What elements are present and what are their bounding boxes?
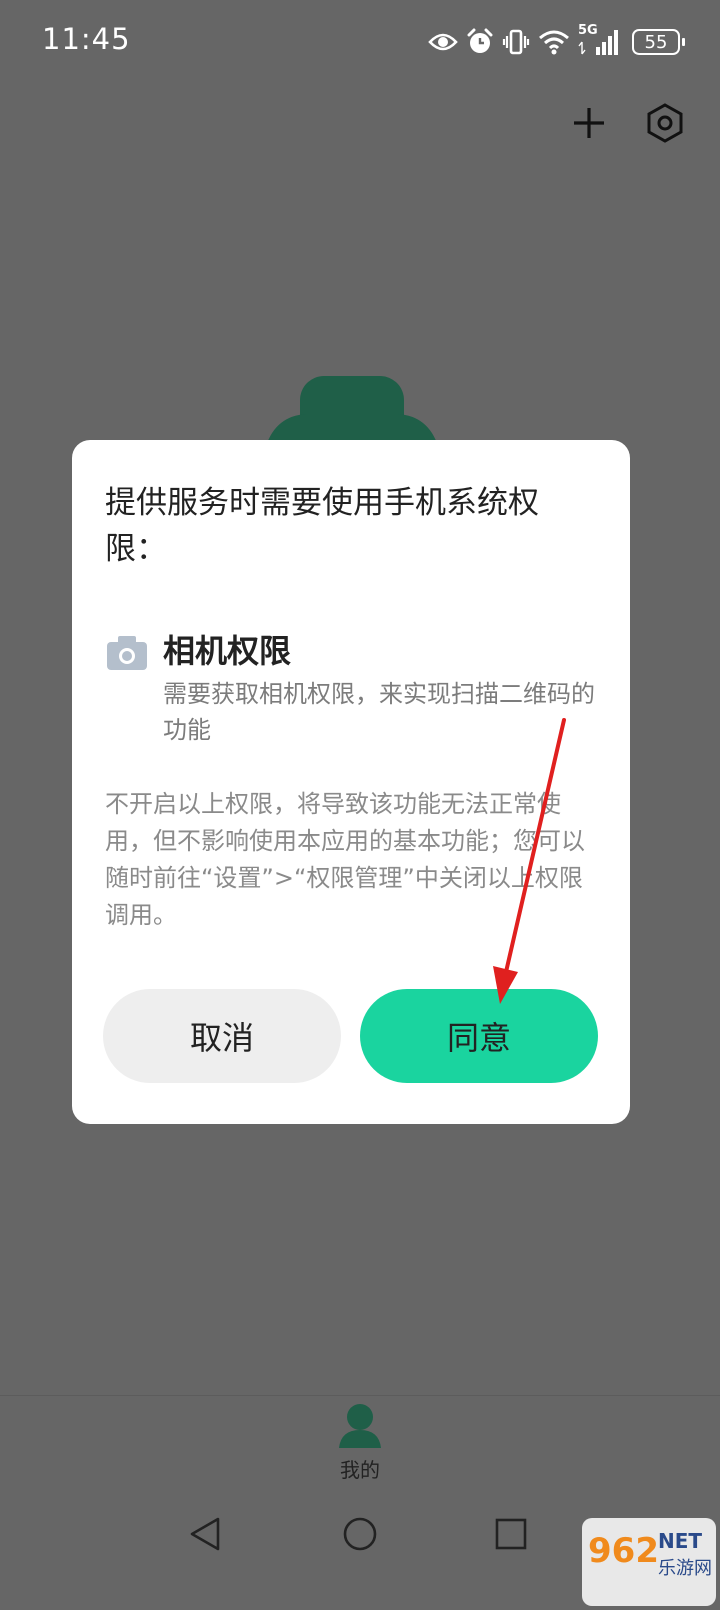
eye-icon [428,33,458,51]
camera-icon [107,636,147,670]
back-icon [190,1517,220,1551]
wifi-icon [539,30,569,55]
back-button[interactable] [180,1509,230,1559]
nav-label-mine: 我的 [340,1458,380,1482]
alarm-icon [467,28,493,53]
top-actions [568,102,686,144]
permission-notice: 不开启以上权限，将导致该功能无法正常使用，但不影响使用本应用的基本功能；您可以随… [105,790,585,929]
status-icons: 5G 55 [428,23,685,60]
settings-icon [647,103,683,143]
agree-button[interactable]: 同意 [360,989,598,1083]
watermark-site: 乐游网 [658,1558,712,1579]
battery-level: 55 [644,31,668,53]
permission-description: 需要获取相机权限，来实现扫描二维码的功能 [163,680,595,744]
dialog-title: 提供服务时需要使用手机系统权限： [105,485,539,567]
battery-icon: 55 [632,29,685,55]
recents-icon [495,1518,527,1550]
profile-icon [339,1404,381,1448]
signal-icon: 5G [578,23,624,57]
watermark-logo: 962 NET 乐游网 [582,1518,716,1606]
plus-icon [574,108,604,138]
status-time: 11:45 [42,22,131,56]
watermark-suffix: NET [658,1529,702,1553]
recents-button[interactable] [486,1509,536,1559]
nav-item-mine[interactable]: 我的 [320,1402,400,1483]
home-icon [343,1517,377,1551]
permission-dialog: 提供服务时需要使用手机系统权限： 相机权限 需要获取相机权限，来实现扫描二维码的… [72,440,630,1124]
cancel-button[interactable]: 取消 [103,989,341,1083]
bottom-nav: 我的 [0,1395,720,1504]
home-button[interactable] [335,1509,385,1559]
status-bar: 11:45 5G 55 [0,0,720,84]
vibrate-icon [502,29,530,55]
background-avatar [266,376,438,446]
watermark-brand: 962 [588,1531,659,1571]
add-button[interactable] [568,102,610,144]
settings-button[interactable] [644,102,686,144]
permission-name: 相机权限 [163,632,292,670]
